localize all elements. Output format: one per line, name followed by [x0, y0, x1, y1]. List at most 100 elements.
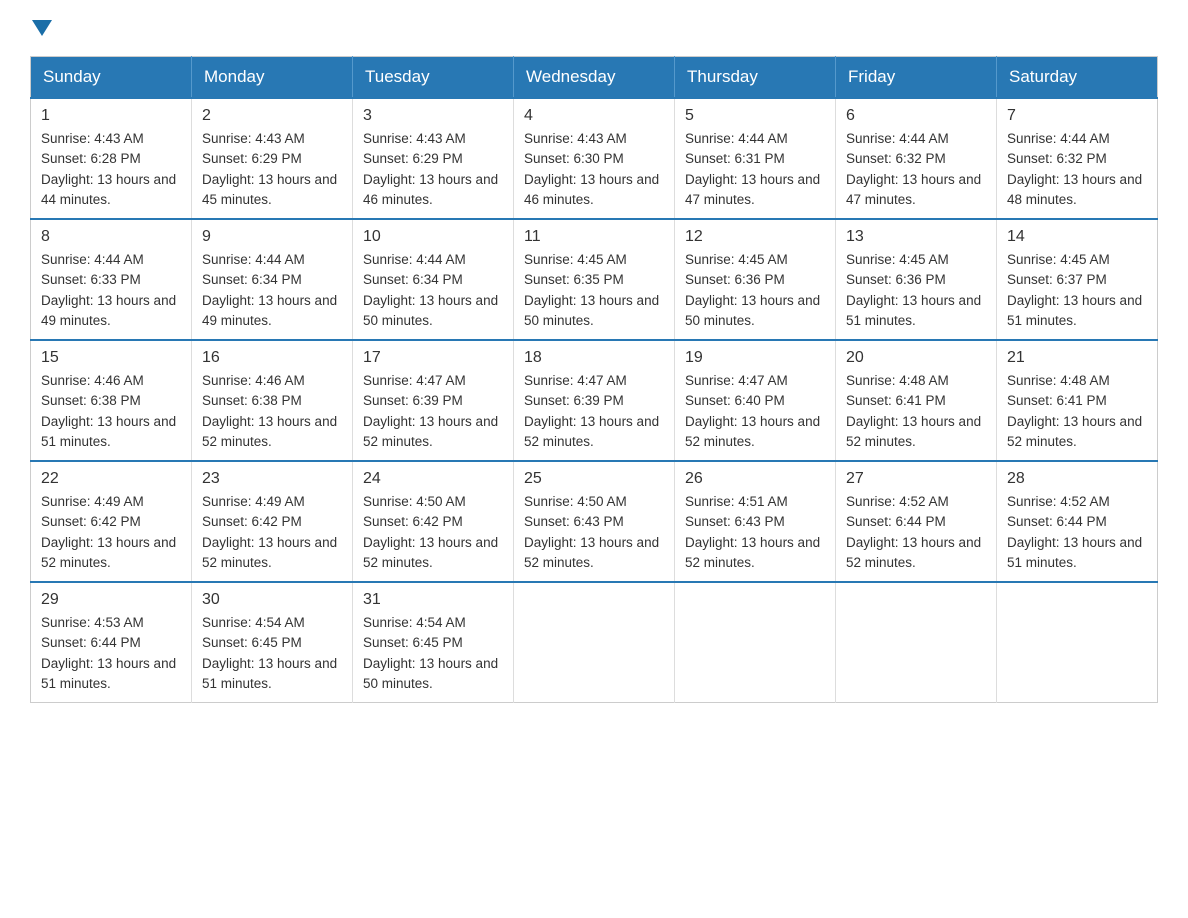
day-info: Sunrise: 4:50 AMSunset: 6:42 PMDaylight:… — [363, 492, 503, 573]
day-info: Sunrise: 4:47 AMSunset: 6:39 PMDaylight:… — [363, 371, 503, 452]
day-number: 12 — [685, 228, 825, 246]
calendar-cell: 25 Sunrise: 4:50 AMSunset: 6:43 PMDayligh… — [514, 461, 675, 582]
calendar-row: 22Sunrise: 4:49 AMSunset: 6:42 PMDayligh… — [31, 461, 1158, 582]
day-number: 25 — [524, 470, 664, 488]
calendar-cell: 18 Sunrise: 4:47 AMSunset: 6:39 PMDayligh… — [514, 340, 675, 461]
day-info: Sunrise: 4:48 AMSunset: 6:41 PMDaylight:… — [846, 371, 986, 452]
day-number: 19 — [685, 349, 825, 367]
day-info: Sunrise: 4:52 AMSunset: 6:44 PMDaylight:… — [1007, 492, 1147, 573]
day-info: Sunrise: 4:54 AMSunset: 6:45 PMDaylight:… — [363, 613, 503, 694]
day-info: Sunrise: 4:50 AMSunset: 6:43 PMDaylight:… — [524, 492, 664, 573]
day-info: Sunrise: 4:49 AMSunset: 6:42 PMDaylight:… — [41, 492, 181, 573]
day-number: 10 — [363, 228, 503, 246]
calendar-cell: 31 Sunrise: 4:54 AMSunset: 6:45 PMDayligh… — [353, 582, 514, 703]
header-sunday: Sunday — [31, 57, 192, 99]
calendar-cell: 13 Sunrise: 4:45 AMSunset: 6:36 PMDayligh… — [836, 219, 997, 340]
calendar-cell: 12 Sunrise: 4:45 AMSunset: 6:36 PMDayligh… — [675, 219, 836, 340]
calendar-cell: 8Sunrise: 4:44 AMSunset: 6:33 PMDaylight… — [31, 219, 192, 340]
day-info: Sunrise: 4:48 AMSunset: 6:41 PMDaylight:… — [1007, 371, 1147, 452]
calendar-cell: 3 Sunrise: 4:43 AMSunset: 6:29 PMDaylight… — [353, 98, 514, 219]
day-number: 26 — [685, 470, 825, 488]
calendar-cell: 22Sunrise: 4:49 AMSunset: 6:42 PMDayligh… — [31, 461, 192, 582]
calendar-cell: 21Sunrise: 4:48 AMSunset: 6:41 PMDayligh… — [997, 340, 1158, 461]
calendar-cell: 9 Sunrise: 4:44 AMSunset: 6:34 PMDaylight… — [192, 219, 353, 340]
calendar-row: 29Sunrise: 4:53 AMSunset: 6:44 PMDayligh… — [31, 582, 1158, 703]
header-tuesday: Tuesday — [353, 57, 514, 99]
day-number: 30 — [202, 591, 342, 609]
day-number: 2 — [202, 107, 342, 125]
calendar-cell: 2 Sunrise: 4:43 AMSunset: 6:29 PMDaylight… — [192, 98, 353, 219]
calendar-cell: 5 Sunrise: 4:44 AMSunset: 6:31 PMDaylight… — [675, 98, 836, 219]
calendar-cell: 23Sunrise: 4:49 AMSunset: 6:42 PMDayligh… — [192, 461, 353, 582]
page-header — [30, 20, 1158, 36]
day-info: Sunrise: 4:43 AMSunset: 6:29 PMDaylight:… — [202, 129, 342, 210]
logo — [30, 20, 54, 36]
calendar-cell — [836, 582, 997, 703]
day-number: 6 — [846, 107, 986, 125]
day-number: 11 — [524, 228, 664, 246]
day-info: Sunrise: 4:47 AMSunset: 6:39 PMDaylight:… — [524, 371, 664, 452]
day-info: Sunrise: 4:43 AMSunset: 6:28 PMDaylight:… — [41, 129, 181, 210]
calendar-cell: 14 Sunrise: 4:45 AMSunset: 6:37 PMDayligh… — [997, 219, 1158, 340]
calendar-cell: 27 Sunrise: 4:52 AMSunset: 6:44 PMDayligh… — [836, 461, 997, 582]
day-number: 8 — [41, 228, 181, 246]
day-info: Sunrise: 4:45 AMSunset: 6:35 PMDaylight:… — [524, 250, 664, 331]
calendar-cell: 7 Sunrise: 4:44 AMSunset: 6:32 PMDaylight… — [997, 98, 1158, 219]
day-number: 20 — [846, 349, 986, 367]
logo-arrow-icon — [32, 20, 52, 36]
calendar-cell: 15 Sunrise: 4:46 AMSunset: 6:38 PMDayligh… — [31, 340, 192, 461]
calendar-cell: 28 Sunrise: 4:52 AMSunset: 6:44 PMDayligh… — [997, 461, 1158, 582]
day-number: 27 — [846, 470, 986, 488]
day-info: Sunrise: 4:45 AMSunset: 6:36 PMDaylight:… — [846, 250, 986, 331]
day-info: Sunrise: 4:44 AMSunset: 6:31 PMDaylight:… — [685, 129, 825, 210]
day-info: Sunrise: 4:44 AMSunset: 6:34 PMDaylight:… — [202, 250, 342, 331]
calendar-cell: 10 Sunrise: 4:44 AMSunset: 6:34 PMDayligh… — [353, 219, 514, 340]
day-info: Sunrise: 4:45 AMSunset: 6:37 PMDaylight:… — [1007, 250, 1147, 331]
header-thursday: Thursday — [675, 57, 836, 99]
day-info: Sunrise: 4:53 AMSunset: 6:44 PMDaylight:… — [41, 613, 181, 694]
header-monday: Monday — [192, 57, 353, 99]
calendar-cell: 17 Sunrise: 4:47 AMSunset: 6:39 PMDayligh… — [353, 340, 514, 461]
day-number: 13 — [846, 228, 986, 246]
header-friday: Friday — [836, 57, 997, 99]
header-row: SundayMondayTuesdayWednesdayThursdayFrid… — [31, 57, 1158, 99]
day-number: 3 — [363, 107, 503, 125]
day-info: Sunrise: 4:47 AMSunset: 6:40 PMDaylight:… — [685, 371, 825, 452]
day-number: 9 — [202, 228, 342, 246]
day-info: Sunrise: 4:45 AMSunset: 6:36 PMDaylight:… — [685, 250, 825, 331]
calendar-cell: 11 Sunrise: 4:45 AMSunset: 6:35 PMDayligh… — [514, 219, 675, 340]
day-info: Sunrise: 4:43 AMSunset: 6:29 PMDaylight:… — [363, 129, 503, 210]
calendar-row: 1Sunrise: 4:43 AMSunset: 6:28 PMDaylight… — [31, 98, 1158, 219]
day-number: 23 — [202, 470, 342, 488]
calendar-cell: 26 Sunrise: 4:51 AMSunset: 6:43 PMDayligh… — [675, 461, 836, 582]
calendar-cell — [514, 582, 675, 703]
day-info: Sunrise: 4:46 AMSunset: 6:38 PMDaylight:… — [202, 371, 342, 452]
calendar-cell: 6 Sunrise: 4:44 AMSunset: 6:32 PMDaylight… — [836, 98, 997, 219]
day-number: 5 — [685, 107, 825, 125]
calendar-cell: 4 Sunrise: 4:43 AMSunset: 6:30 PMDaylight… — [514, 98, 675, 219]
day-number: 15 — [41, 349, 181, 367]
day-info: Sunrise: 4:46 AMSunset: 6:38 PMDaylight:… — [41, 371, 181, 452]
day-info: Sunrise: 4:54 AMSunset: 6:45 PMDaylight:… — [202, 613, 342, 694]
day-number: 28 — [1007, 470, 1147, 488]
calendar-table: SundayMondayTuesdayWednesdayThursdayFrid… — [30, 56, 1158, 703]
calendar-cell: 30 Sunrise: 4:54 AMSunset: 6:45 PMDayligh… — [192, 582, 353, 703]
day-info: Sunrise: 4:44 AMSunset: 6:34 PMDaylight:… — [363, 250, 503, 331]
day-number: 4 — [524, 107, 664, 125]
day-number: 14 — [1007, 228, 1147, 246]
calendar-cell — [997, 582, 1158, 703]
day-info: Sunrise: 4:51 AMSunset: 6:43 PMDaylight:… — [685, 492, 825, 573]
day-number: 7 — [1007, 107, 1147, 125]
day-info: Sunrise: 4:44 AMSunset: 6:32 PMDaylight:… — [846, 129, 986, 210]
day-info: Sunrise: 4:52 AMSunset: 6:44 PMDaylight:… — [846, 492, 986, 573]
day-info: Sunrise: 4:44 AMSunset: 6:32 PMDaylight:… — [1007, 129, 1147, 210]
day-info: Sunrise: 4:43 AMSunset: 6:30 PMDaylight:… — [524, 129, 664, 210]
day-number: 31 — [363, 591, 503, 609]
calendar-cell: 24Sunrise: 4:50 AMSunset: 6:42 PMDayligh… — [353, 461, 514, 582]
day-number: 16 — [202, 349, 342, 367]
day-number: 17 — [363, 349, 503, 367]
day-number: 18 — [524, 349, 664, 367]
calendar-cell: 29Sunrise: 4:53 AMSunset: 6:44 PMDayligh… — [31, 582, 192, 703]
header-saturday: Saturday — [997, 57, 1158, 99]
calendar-cell: 19 Sunrise: 4:47 AMSunset: 6:40 PMDayligh… — [675, 340, 836, 461]
